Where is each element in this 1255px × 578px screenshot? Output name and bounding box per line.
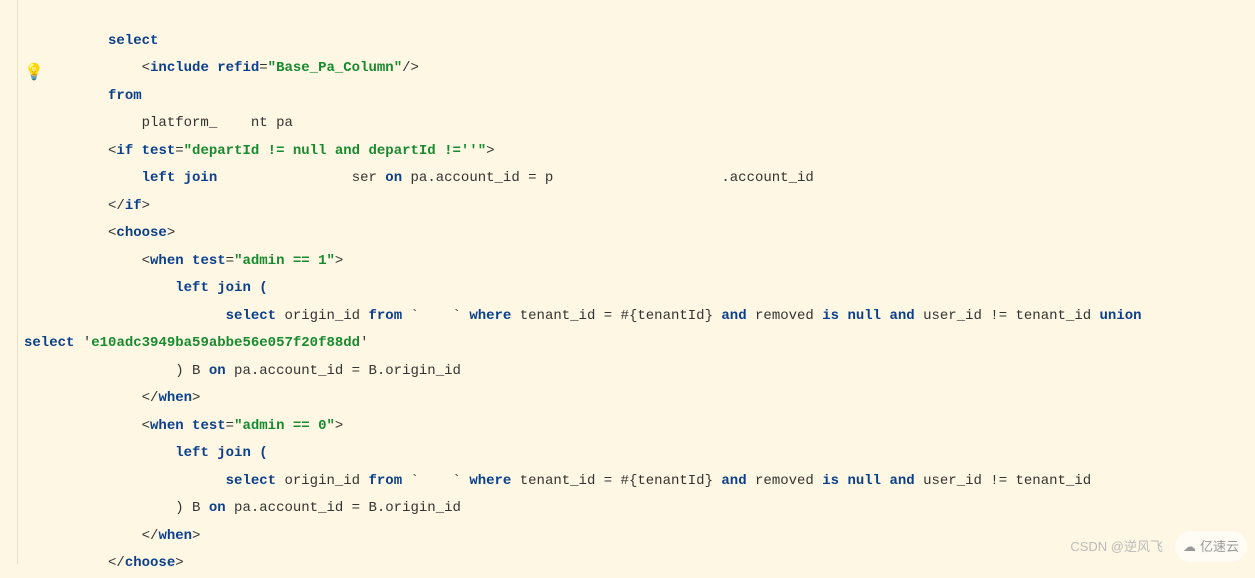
refid-value: "Base_Pa_Column" — [268, 60, 402, 76]
md5-string: e10adc3949ba59abbe56e057f20f88dd — [91, 335, 360, 351]
keyword-is: is — [822, 308, 839, 324]
redacted-text — [419, 308, 453, 324]
table-name-suf: nt pa — [251, 115, 293, 131]
keyword-left-join-paren: left join ( — [175, 280, 267, 296]
tag-close-open: </ — [142, 528, 159, 544]
tag-close: /> — [402, 60, 419, 76]
when-tag: when — [150, 418, 184, 434]
join-condition-b: pa.account_id = B.origin_id — [226, 500, 461, 516]
keyword-where: where — [469, 473, 511, 489]
alias-b: ) B — [175, 500, 209, 516]
tag-close-open: </ — [142, 390, 159, 406]
keyword-union: union — [1100, 308, 1142, 324]
attr-test: test — [192, 418, 226, 434]
tag-close: > — [167, 225, 175, 241]
text-fragment: .account_id — [721, 170, 813, 186]
join-condition-b: pa.account_id = B.origin_id — [226, 363, 461, 379]
when-tag: when — [150, 253, 184, 269]
keyword-on: on — [385, 170, 402, 186]
condition-userid: user_id != tenant_id — [915, 308, 1100, 324]
column-removed: removed — [747, 473, 823, 489]
table-name-pre: platform_ — [142, 115, 218, 131]
tag-close: > — [142, 198, 150, 214]
keyword-from: from — [108, 88, 142, 104]
attr-test: test — [142, 143, 176, 159]
redacted-text — [553, 170, 721, 186]
test-admin-1: "admin == 1" — [234, 253, 335, 269]
tag-open: < — [142, 253, 150, 269]
tag-close-open: </ — [108, 555, 125, 571]
keyword-from: from — [368, 473, 402, 489]
quote: ' — [360, 335, 368, 351]
redacted-text — [226, 170, 352, 186]
keyword-and: and — [889, 308, 914, 324]
text-fragment: ser — [352, 170, 386, 186]
space — [209, 60, 217, 76]
where-clause: tenant_id = #{tenantId} — [511, 308, 721, 324]
join-condition: pa.account_id = p — [402, 170, 553, 186]
keyword-select: select — [24, 335, 74, 351]
backtick: ` — [402, 308, 419, 324]
equals: = — [226, 253, 234, 269]
column-origin-id: origin_id — [276, 308, 368, 324]
attr-refid: refid — [217, 60, 259, 76]
keyword-is: is — [822, 473, 839, 489]
when-close-tag: when — [158, 390, 192, 406]
redacted-text — [419, 473, 453, 489]
keyword-on: on — [209, 363, 226, 379]
equals: = — [175, 143, 183, 159]
gutter — [0, 0, 18, 564]
tag-open: < — [142, 418, 150, 434]
tag-close: > — [192, 528, 200, 544]
keyword-from: from — [368, 308, 402, 324]
when-close-tag: when — [158, 528, 192, 544]
keyword-select: select — [108, 33, 158, 49]
backtick: ` — [402, 473, 419, 489]
if-tag: if — [116, 143, 133, 159]
test-value-departid: "departId != null and departId !=''" — [184, 143, 486, 159]
tag-close: > — [335, 418, 343, 434]
code-editor[interactable]: select <include refid="Base_Pa_Column"/>… — [18, 0, 1255, 564]
space — [217, 170, 225, 186]
keyword-on: on — [209, 500, 226, 516]
where-clause: tenant_id = #{tenantId} — [511, 473, 721, 489]
keyword-select: select — [226, 473, 276, 489]
alias-b: ) B — [175, 363, 209, 379]
tag-close: > — [335, 253, 343, 269]
keyword-and: and — [721, 473, 746, 489]
equals: = — [259, 60, 267, 76]
keyword-select: select — [226, 308, 276, 324]
tag-open: < — [142, 60, 150, 76]
include-tag: include — [150, 60, 209, 76]
quote: ' — [74, 335, 91, 351]
column-origin-id: origin_id — [276, 473, 368, 489]
if-close-tag: if — [125, 198, 142, 214]
keyword-left-join: left join — [142, 170, 218, 186]
keyword-and: and — [721, 308, 746, 324]
keyword-null: null — [847, 473, 881, 489]
attr-test: test — [192, 253, 226, 269]
tag-close: > — [192, 390, 200, 406]
tag-close: > — [486, 143, 494, 159]
backtick: ` — [453, 308, 470, 324]
choose-tag: choose — [116, 225, 166, 241]
test-admin-0: "admin == 0" — [234, 418, 335, 434]
keyword-where: where — [469, 308, 511, 324]
redacted-text — [217, 115, 251, 131]
tag-close: > — [175, 555, 183, 571]
keyword-left-join-paren: left join ( — [175, 445, 267, 461]
backtick: ` — [453, 473, 470, 489]
choose-close-tag: choose — [125, 555, 175, 571]
column-removed: removed — [747, 308, 823, 324]
equals: = — [226, 418, 234, 434]
tag-close-open: </ — [108, 198, 125, 214]
keyword-and: and — [889, 473, 914, 489]
keyword-null: null — [847, 308, 881, 324]
